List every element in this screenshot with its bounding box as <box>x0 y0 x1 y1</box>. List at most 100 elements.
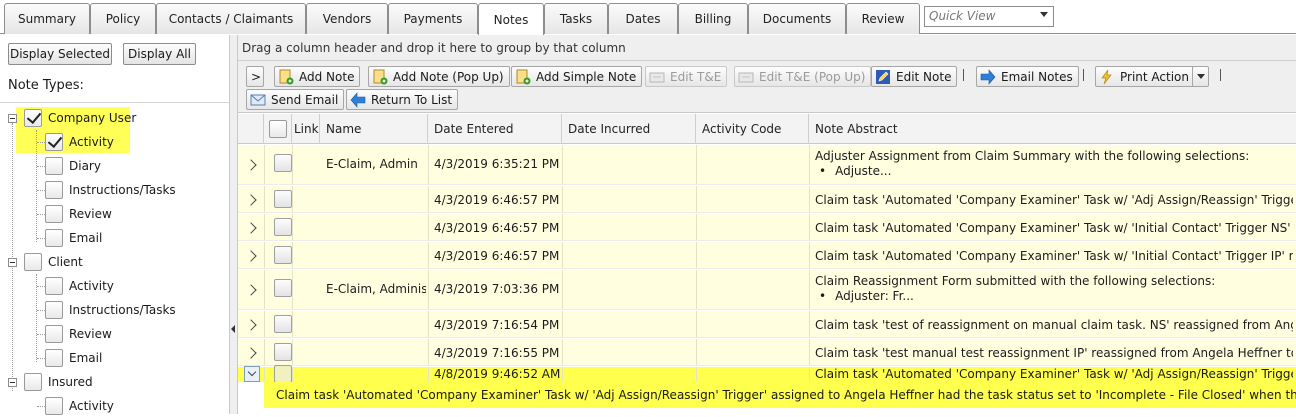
expand-row-icon[interactable] <box>245 284 257 296</box>
tree-node-email[interactable]: Email <box>45 227 102 249</box>
row-checkbox[interactable] <box>274 315 292 333</box>
tree-node-label: Client <box>48 255 83 269</box>
checkbox[interactable] <box>24 373 42 391</box>
tab-documents[interactable]: Documents <box>748 3 846 34</box>
add-note-popup-label: Add Note (Pop Up) <box>393 69 504 84</box>
checkbox[interactable] <box>45 181 63 199</box>
edit-te-popup-button[interactable]: Edit T&E (Pop Up) <box>734 66 872 87</box>
checkbox[interactable] <box>45 205 63 223</box>
tab-contacts-claimants[interactable]: Contacts / Claimants <box>156 3 306 34</box>
tab-policy[interactable]: Policy <box>90 3 156 34</box>
tree-node-client[interactable]: Client <box>24 251 83 273</box>
tab-vendors[interactable]: Vendors <box>306 3 388 34</box>
row-checkbox[interactable] <box>274 343 292 361</box>
tab-billing[interactable]: Billing <box>678 3 748 34</box>
tab-dates[interactable]: Dates <box>608 3 678 34</box>
checkbox[interactable] <box>45 229 63 247</box>
table-row[interactable]: E-Claim, Administra 4/3/2019 7:03:36 PM … <box>238 270 1296 310</box>
send-email-button[interactable]: Send Email <box>246 89 345 110</box>
expand-row-icon[interactable] <box>245 222 257 234</box>
checkbox[interactable] <box>45 301 63 319</box>
add-simple-note-button[interactable]: Add Simple Note <box>511 66 643 87</box>
tab-tasks[interactable]: Tasks <box>544 3 608 34</box>
tree-node-activity[interactable]: Activity <box>45 131 114 153</box>
select-all-checkbox[interactable] <box>269 120 287 138</box>
row-name: E-Claim, Admin <box>326 157 418 171</box>
quick-view-select[interactable]: Quick View <box>924 6 1054 27</box>
row-checkbox[interactable] <box>274 190 292 208</box>
checkbox[interactable] <box>24 253 42 271</box>
email-notes-button[interactable]: Email Notes <box>976 66 1079 87</box>
table-row[interactable]: 4/3/2019 6:46:57 PM Claim task 'Automate… <box>238 242 1296 269</box>
edit-note-button[interactable]: Edit Note <box>871 66 958 87</box>
row-note-abstract: Claim task 'Automated 'Company Examiner'… <box>815 249 1293 263</box>
table-row[interactable]: 4/3/2019 6:46:57 PM Claim task 'Automate… <box>238 214 1296 241</box>
row-checkbox[interactable] <box>274 154 292 172</box>
column-header-name[interactable]: Name <box>320 114 428 144</box>
row-abstract-bullet: Adjuste... <box>819 164 891 178</box>
column-header-note-abstract[interactable]: Note Abstract <box>809 114 1296 144</box>
column-header-link[interactable]: Link <box>292 114 320 144</box>
tree-node-insured[interactable]: Insured <box>24 371 93 393</box>
tab-review[interactable]: Review <box>846 3 920 34</box>
tree-node-instructions-tasks[interactable]: Instructions/Tasks <box>45 299 176 321</box>
select-all-header[interactable] <box>264 114 292 144</box>
row-date-entered: 4/3/2019 7:16:54 PM <box>434 318 560 332</box>
checkbox[interactable] <box>45 397 63 415</box>
checkbox[interactable] <box>24 109 42 127</box>
expand-row-icon[interactable] <box>245 159 257 171</box>
checkbox[interactable] <box>45 277 63 295</box>
row-checkbox[interactable] <box>274 218 292 236</box>
collapse-arrow-icon[interactable] <box>231 325 235 333</box>
collapse-icon[interactable] <box>8 114 17 123</box>
checkbox[interactable] <box>45 157 63 175</box>
tree-node-review[interactable]: Review <box>45 323 112 345</box>
collapse-icon[interactable] <box>8 378 17 387</box>
column-header-date-entered[interactable]: Date Entered <box>428 114 562 144</box>
edit-te-button[interactable]: Edit T&E <box>645 66 728 87</box>
display-all-button[interactable]: Display All <box>123 43 196 65</box>
expand-row-icon[interactable] <box>245 347 257 359</box>
row-checkbox[interactable] <box>274 365 292 383</box>
panel-splitter[interactable] <box>230 35 238 414</box>
expand-toolbar-button[interactable]: > <box>246 66 264 87</box>
print-action-label: Print Action <box>1120 69 1189 84</box>
table-row-selected[interactable]: 4/8/2019 9:46:52 AM Claim task 'Automate… <box>238 365 1296 383</box>
expand-row-icon[interactable] <box>245 319 257 331</box>
tree-node-email[interactable]: Email <box>45 347 102 369</box>
tree-node-diary[interactable]: Diary <box>45 155 101 177</box>
add-note-button[interactable]: Add Note <box>274 66 361 87</box>
chevron-down-icon <box>247 367 257 377</box>
expand-row-icon[interactable] <box>245 250 257 262</box>
tab-summary[interactable]: Summary <box>4 3 90 34</box>
tree-line <box>37 190 45 191</box>
print-action-button[interactable]: Print Action <box>1095 66 1195 87</box>
table-row[interactable]: 4/3/2019 7:16:54 PM Claim task 'test of … <box>238 311 1296 338</box>
tree-node-company-user[interactable]: Company User <box>24 107 136 129</box>
table-row[interactable]: 4/3/2019 7:16:55 PM Claim task 'test man… <box>238 339 1296 366</box>
add-note-popup-button[interactable]: Add Note (Pop Up) <box>368 66 510 87</box>
print-action-dropdown[interactable] <box>1192 66 1209 87</box>
row-checkbox[interactable] <box>274 279 292 297</box>
tree-line <box>37 334 45 335</box>
checkbox[interactable] <box>45 133 63 151</box>
collapse-icon[interactable] <box>8 258 17 267</box>
column-header-date-incurred[interactable]: Date Incurred <box>562 114 696 144</box>
checkbox[interactable] <box>45 349 63 367</box>
tree-node-review[interactable]: Review <box>45 203 112 225</box>
tree-node-instructions-tasks[interactable]: Instructions/Tasks <box>45 179 176 201</box>
expand-row-icon[interactable] <box>245 194 257 206</box>
checkbox[interactable] <box>45 325 63 343</box>
tree-node-activity[interactable]: Activity <box>45 275 114 297</box>
row-checkbox[interactable] <box>274 246 292 264</box>
column-header-activity-code[interactable]: Activity Code <box>696 114 809 144</box>
collapse-row-button[interactable] <box>244 366 260 382</box>
display-selected-button[interactable]: Display Selected <box>8 43 112 65</box>
grid-header: Link Name Date Entered Date Incurred Act… <box>238 114 1296 144</box>
tab-payments[interactable]: Payments <box>388 3 478 34</box>
table-row[interactable]: E-Claim, Admin 4/3/2019 6:35:21 PM Adjus… <box>238 145 1296 185</box>
return-to-list-button[interactable]: Return To List <box>346 89 459 110</box>
group-by-hint[interactable]: Drag a column header and drop it here to… <box>238 35 1296 61</box>
tab-notes[interactable]: Notes <box>478 3 544 35</box>
table-row[interactable]: 4/3/2019 6:46:57 PM Claim task 'Automate… <box>238 186 1296 213</box>
